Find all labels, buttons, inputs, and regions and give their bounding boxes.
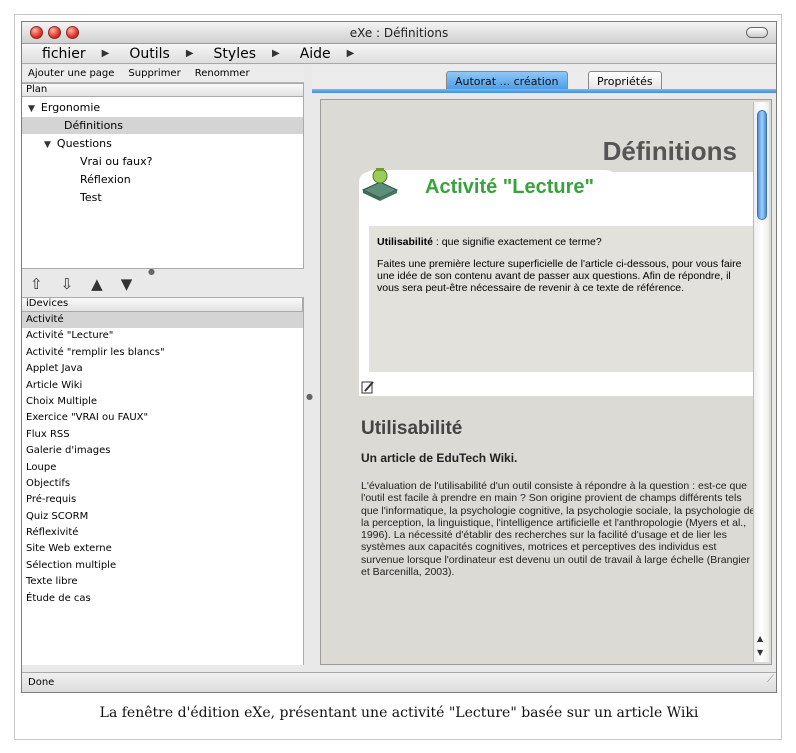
promote-node-icon[interactable]: ⇧ [30, 275, 43, 293]
toolbar-toggle-button[interactable] [746, 27, 768, 38]
idevice-item[interactable]: Applet Java [22, 361, 303, 377]
resize-grip-icon[interactable]: ⟋ [767, 670, 774, 690]
move-down-icon[interactable]: ▼ [121, 275, 133, 293]
menu-fichier[interactable]: fichier ▶ [36, 46, 123, 62]
idevice-item[interactable]: Article Wiki [22, 378, 303, 394]
tree-node-label: Ergonomie [40, 101, 101, 114]
tree-node-label: Questions [56, 137, 112, 150]
article-heading: Utilisabilité [361, 418, 463, 439]
tree-node-questions[interactable]: ▼ Questions [44, 135, 112, 152]
idevice-item[interactable]: Texte libre [22, 574, 303, 590]
outline-toolbar: Ajouter une page Supprimer Renommer [22, 65, 304, 83]
idevice-item[interactable]: Activité "remplir les blancs" [22, 345, 303, 361]
tree-node-vrai-ou-faux[interactable]: Vrai ou faux? [80, 153, 152, 170]
outline-tree: ▼ Ergonomie Définitions ▼ Questions Vrai o… [22, 97, 304, 276]
splitter-grip-icon[interactable]: ● [148, 267, 155, 276]
idevice-item[interactable]: Activité [22, 312, 303, 329]
idevices-panel: iDevices Activité Activité "Lecture" Act… [22, 297, 304, 665]
edit-pencil-icon[interactable] [361, 380, 375, 394]
menu-arrow-icon: ▶ [101, 48, 110, 59]
window-title: eXe : Définitions [349, 26, 449, 40]
idevice-item[interactable]: Exercice "VRAI ou FAUX" [22, 410, 303, 426]
menu-label: Styles [213, 45, 256, 62]
menu-outils[interactable]: Outils ▶ [123, 46, 207, 62]
authoring-view: Définitions Activité "Lecture" Utilisabi… [320, 99, 772, 665]
expand-triangle-icon[interactable]: ▼ [44, 140, 51, 150]
reading-activity-icon [361, 168, 399, 201]
rename-page-button[interactable]: Renommer [195, 68, 250, 79]
tree-node-definitions[interactable]: Définitions [22, 117, 303, 134]
term-label: Utilisabilité [377, 236, 434, 248]
idevice-item[interactable]: Activité "Lecture" [22, 328, 303, 344]
question-text: : que signifie exactement ce terme? [433, 236, 602, 248]
idevice-item[interactable]: Site Web externe [22, 541, 303, 557]
idevice-item[interactable]: Réflexivité [22, 525, 303, 541]
expand-triangle-icon[interactable]: ▼ [28, 104, 35, 114]
activity-card-tab: Activité "Lecture" [359, 168, 621, 206]
activity-question: Utilisabilité : que signifie exactement … [377, 236, 749, 248]
idevice-item[interactable]: Quiz SCORM [22, 509, 303, 525]
idevice-item[interactable]: Objectifs [22, 476, 303, 492]
menu-arrow-icon: ▶ [185, 48, 194, 59]
article-body: L'évaluation de l'utilisabilité d'un out… [361, 480, 756, 579]
idevice-item[interactable]: Loupe [22, 460, 303, 476]
scrollbar-thumb[interactable] [757, 110, 767, 220]
menu-label: fichier [42, 45, 86, 62]
menu-label: Outils [129, 45, 170, 62]
menu-bar: fichier ▶ Outils ▶ Styles ▶ Aide ▶ [22, 44, 776, 64]
move-up-icon[interactable]: ▲ [91, 275, 103, 293]
scroll-up-icon[interactable]: ▲ [757, 634, 763, 643]
exe-window: eXe : Définitions fichier ▶ Outils ▶ Sty… [21, 21, 777, 693]
activity-instructions: Faites une première lecture superficiell… [377, 258, 742, 294]
tab-underline [312, 89, 776, 93]
page-title: Définitions [602, 136, 737, 166]
tree-node-reflexion[interactable]: Réflexion [80, 171, 131, 188]
demote-node-icon[interactable]: ⇩ [61, 275, 74, 293]
editor-tabs: Autorat ... création Propriétés [312, 65, 776, 93]
idevice-item[interactable]: Galerie d'images [22, 443, 303, 459]
idevice-item[interactable]: Choix Multiple [22, 394, 303, 410]
idevice-item[interactable]: Sélection multiple [22, 558, 303, 574]
article-source: Un article de EduTech Wiki. [361, 451, 518, 465]
idevice-item[interactable]: Flux RSS [22, 427, 303, 443]
status-bar: Done ⟋ [22, 670, 776, 692]
idevice-item[interactable]: Pré-requis [22, 492, 303, 508]
outline-header: Plan [22, 83, 304, 97]
menu-styles[interactable]: Styles ▶ [208, 46, 294, 62]
idevices-header: iDevices [22, 298, 303, 312]
tree-node-test[interactable]: Test [80, 189, 102, 206]
tree-node-label: Définitions [64, 119, 123, 132]
scroll-down-icon[interactable]: ▼ [757, 648, 763, 657]
figure-frame: eXe : Définitions fichier ▶ Outils ▶ Sty… [14, 14, 782, 740]
status-text: Done [28, 677, 55, 688]
menu-aide[interactable]: Aide ▶ [294, 46, 369, 62]
activity-title: Activité "Lecture" [425, 176, 595, 198]
add-page-button[interactable]: Ajouter une page [28, 68, 114, 79]
activity-card: Activité "Lecture" Utilisabilité : que s… [359, 168, 763, 396]
tree-node-ergonomie[interactable]: ▼ Ergonomie [28, 99, 100, 116]
title-bar: eXe : Définitions [22, 22, 776, 44]
idevice-item[interactable]: Étude de cas [22, 591, 303, 607]
outline-move-controls: ⇧ ⇩ ▲ ▼ [22, 269, 304, 299]
menu-label: Aide [299, 45, 331, 62]
vertical-scrollbar[interactable]: ▲ ▼ [753, 102, 769, 662]
right-pane: Autorat ... création Propriétés Définiti… [312, 65, 776, 669]
menu-arrow-icon: ▶ [272, 48, 280, 59]
menu-arrow-icon: ▶ [346, 48, 355, 59]
figure-caption: La fenêtre d'édition eXe, présentant une… [99, 705, 699, 721]
delete-page-button[interactable]: Supprimer [128, 68, 180, 79]
activity-body: Utilisabilité : que signifie exactement … [369, 226, 757, 372]
